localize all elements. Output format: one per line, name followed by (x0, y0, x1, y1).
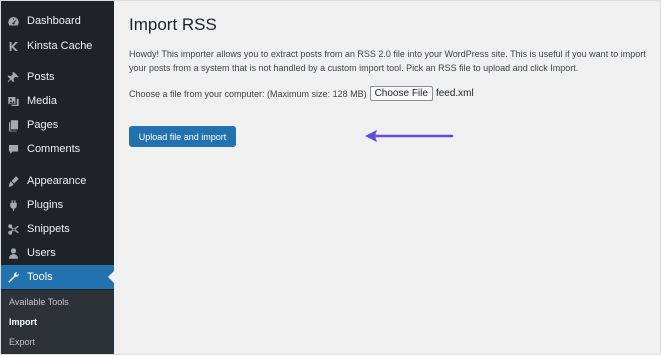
plugin-icon (7, 199, 20, 212)
sidebar-item-label: Snippets (27, 223, 70, 235)
kinsta-icon (7, 40, 20, 53)
choose-file-button[interactable]: Choose File (369, 86, 433, 101)
wrench-icon (7, 271, 20, 284)
file-upload-row: Choose a file from your computer: (Maxim… (129, 86, 474, 101)
pushpin-icon (7, 71, 20, 84)
sidebar-item-label: Plugins (27, 199, 64, 211)
sidebar-item-pages[interactable]: Pages (1, 113, 114, 137)
sidebar-item-media[interactable]: Media (1, 89, 114, 113)
submenu-item-import[interactable]: Import (9, 317, 37, 327)
sidebar-item-posts[interactable]: Posts (1, 65, 114, 89)
main-content: Import RSS Howdy! This importer allows y… (114, 1, 660, 354)
admin-sidebar: Dashboard Kinsta Cache Posts Media Pages (1, 1, 114, 354)
submenu-item-export[interactable]: Export (9, 337, 35, 347)
sidebar-item-appearance[interactable]: Appearance (1, 169, 114, 193)
annotation-arrow-icon (365, 130, 454, 142)
tools-submenu: Available Tools Import Export (1, 290, 114, 354)
sidebar-item-dashboard[interactable]: Dashboard (1, 9, 114, 33)
sidebar-item-tools[interactable]: Tools (1, 265, 114, 289)
sidebar-item-label: Dashboard (27, 15, 81, 27)
media-icon (7, 95, 20, 108)
comment-icon (7, 143, 20, 156)
pages-icon (7, 119, 20, 132)
importer-description: Howdy! This importer allows you to extra… (129, 49, 646, 73)
sidebar-item-plugins[interactable]: Plugins (1, 193, 114, 217)
page-title: Import RSS (129, 15, 217, 34)
sidebar-item-users[interactable]: Users (1, 241, 114, 265)
snippets-icon (7, 223, 20, 236)
sidebar-item-label: Appearance (27, 175, 87, 187)
dashboard-icon (7, 15, 20, 28)
sidebar-item-kinsta-cache[interactable]: Kinsta Cache (1, 34, 114, 58)
sidebar-item-label: Media (27, 95, 57, 107)
upload-file-and-import-button[interactable]: Upload file and import (129, 126, 236, 147)
sidebar-item-label: Kinsta Cache (27, 40, 93, 52)
sidebar-item-label: Tools (27, 271, 53, 283)
sidebar-item-label: Users (27, 247, 56, 259)
sidebar-item-label: Comments (27, 143, 81, 155)
sidebar-item-label: Pages (27, 119, 59, 131)
file-upload-label: Choose a file from your computer: (Maxim… (129, 88, 367, 99)
submenu-item-available-tools[interactable]: Available Tools (9, 297, 69, 307)
app-window: Dashboard Kinsta Cache Posts Media Pages (0, 0, 661, 355)
sidebar-item-snippets[interactable]: Snippets (1, 217, 114, 241)
selected-file-name: feed.xml (435, 88, 474, 99)
sidebar-item-label: Posts (27, 71, 55, 83)
sidebar-item-comments[interactable]: Comments (1, 137, 114, 161)
users-icon (7, 247, 20, 260)
brush-icon (7, 175, 20, 188)
